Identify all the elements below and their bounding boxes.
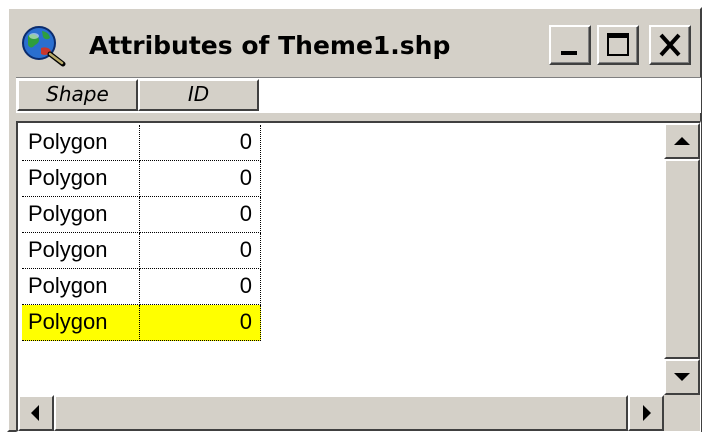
minimize-button[interactable]	[549, 25, 591, 65]
scroll-down-button[interactable]	[664, 359, 700, 395]
maximize-button[interactable]	[597, 25, 639, 65]
scrollbar-corner	[664, 395, 700, 431]
cell-shape: Polygon	[22, 161, 140, 197]
attribute-table: Polygon 0 Polygon 0 Polygon 0 Polygon 0 …	[16, 121, 701, 432]
horizontal-scroll-thumb[interactable]	[54, 395, 628, 431]
arrow-up-icon	[674, 137, 690, 145]
cell-shape: Polygon	[22, 125, 140, 161]
close-icon	[659, 33, 681, 57]
arrow-left-icon	[31, 405, 39, 421]
close-button[interactable]	[649, 25, 691, 65]
scroll-left-button[interactable]	[18, 395, 54, 431]
cell-id: 0	[140, 197, 261, 233]
cell-shape: Polygon	[22, 197, 140, 233]
cell-shape: Polygon	[22, 305, 140, 341]
arrow-down-icon	[674, 373, 690, 381]
attributes-window: Attributes of Theme1.shp Shape ID Polygo…	[7, 7, 702, 432]
cell-id: 0	[140, 161, 261, 197]
vertical-scroll-thumb[interactable]	[664, 159, 700, 359]
cell-id: 0	[140, 269, 261, 305]
title-bar[interactable]: Attributes of Theme1.shp	[9, 9, 700, 75]
cell-id: 0	[140, 125, 261, 161]
scroll-up-button[interactable]	[664, 123, 700, 159]
maximize-icon	[607, 33, 629, 56]
cell-id: 0	[140, 305, 261, 341]
window-title: Attributes of Theme1.shp	[89, 31, 451, 60]
minimize-icon	[561, 51, 577, 55]
horizontal-scrollbar[interactable]	[18, 395, 664, 431]
globe-magnifier-icon	[19, 23, 69, 67]
arrow-right-icon	[643, 405, 651, 421]
scroll-right-button[interactable]	[628, 395, 664, 431]
cell-id: 0	[140, 233, 261, 269]
column-header-id[interactable]: ID	[138, 79, 259, 111]
cell-shape: Polygon	[22, 269, 140, 305]
vertical-scrollbar[interactable]	[664, 123, 700, 395]
column-header-row: Shape ID	[16, 77, 701, 113]
cell-shape: Polygon	[22, 233, 140, 269]
column-header-shape[interactable]: Shape	[17, 79, 138, 111]
